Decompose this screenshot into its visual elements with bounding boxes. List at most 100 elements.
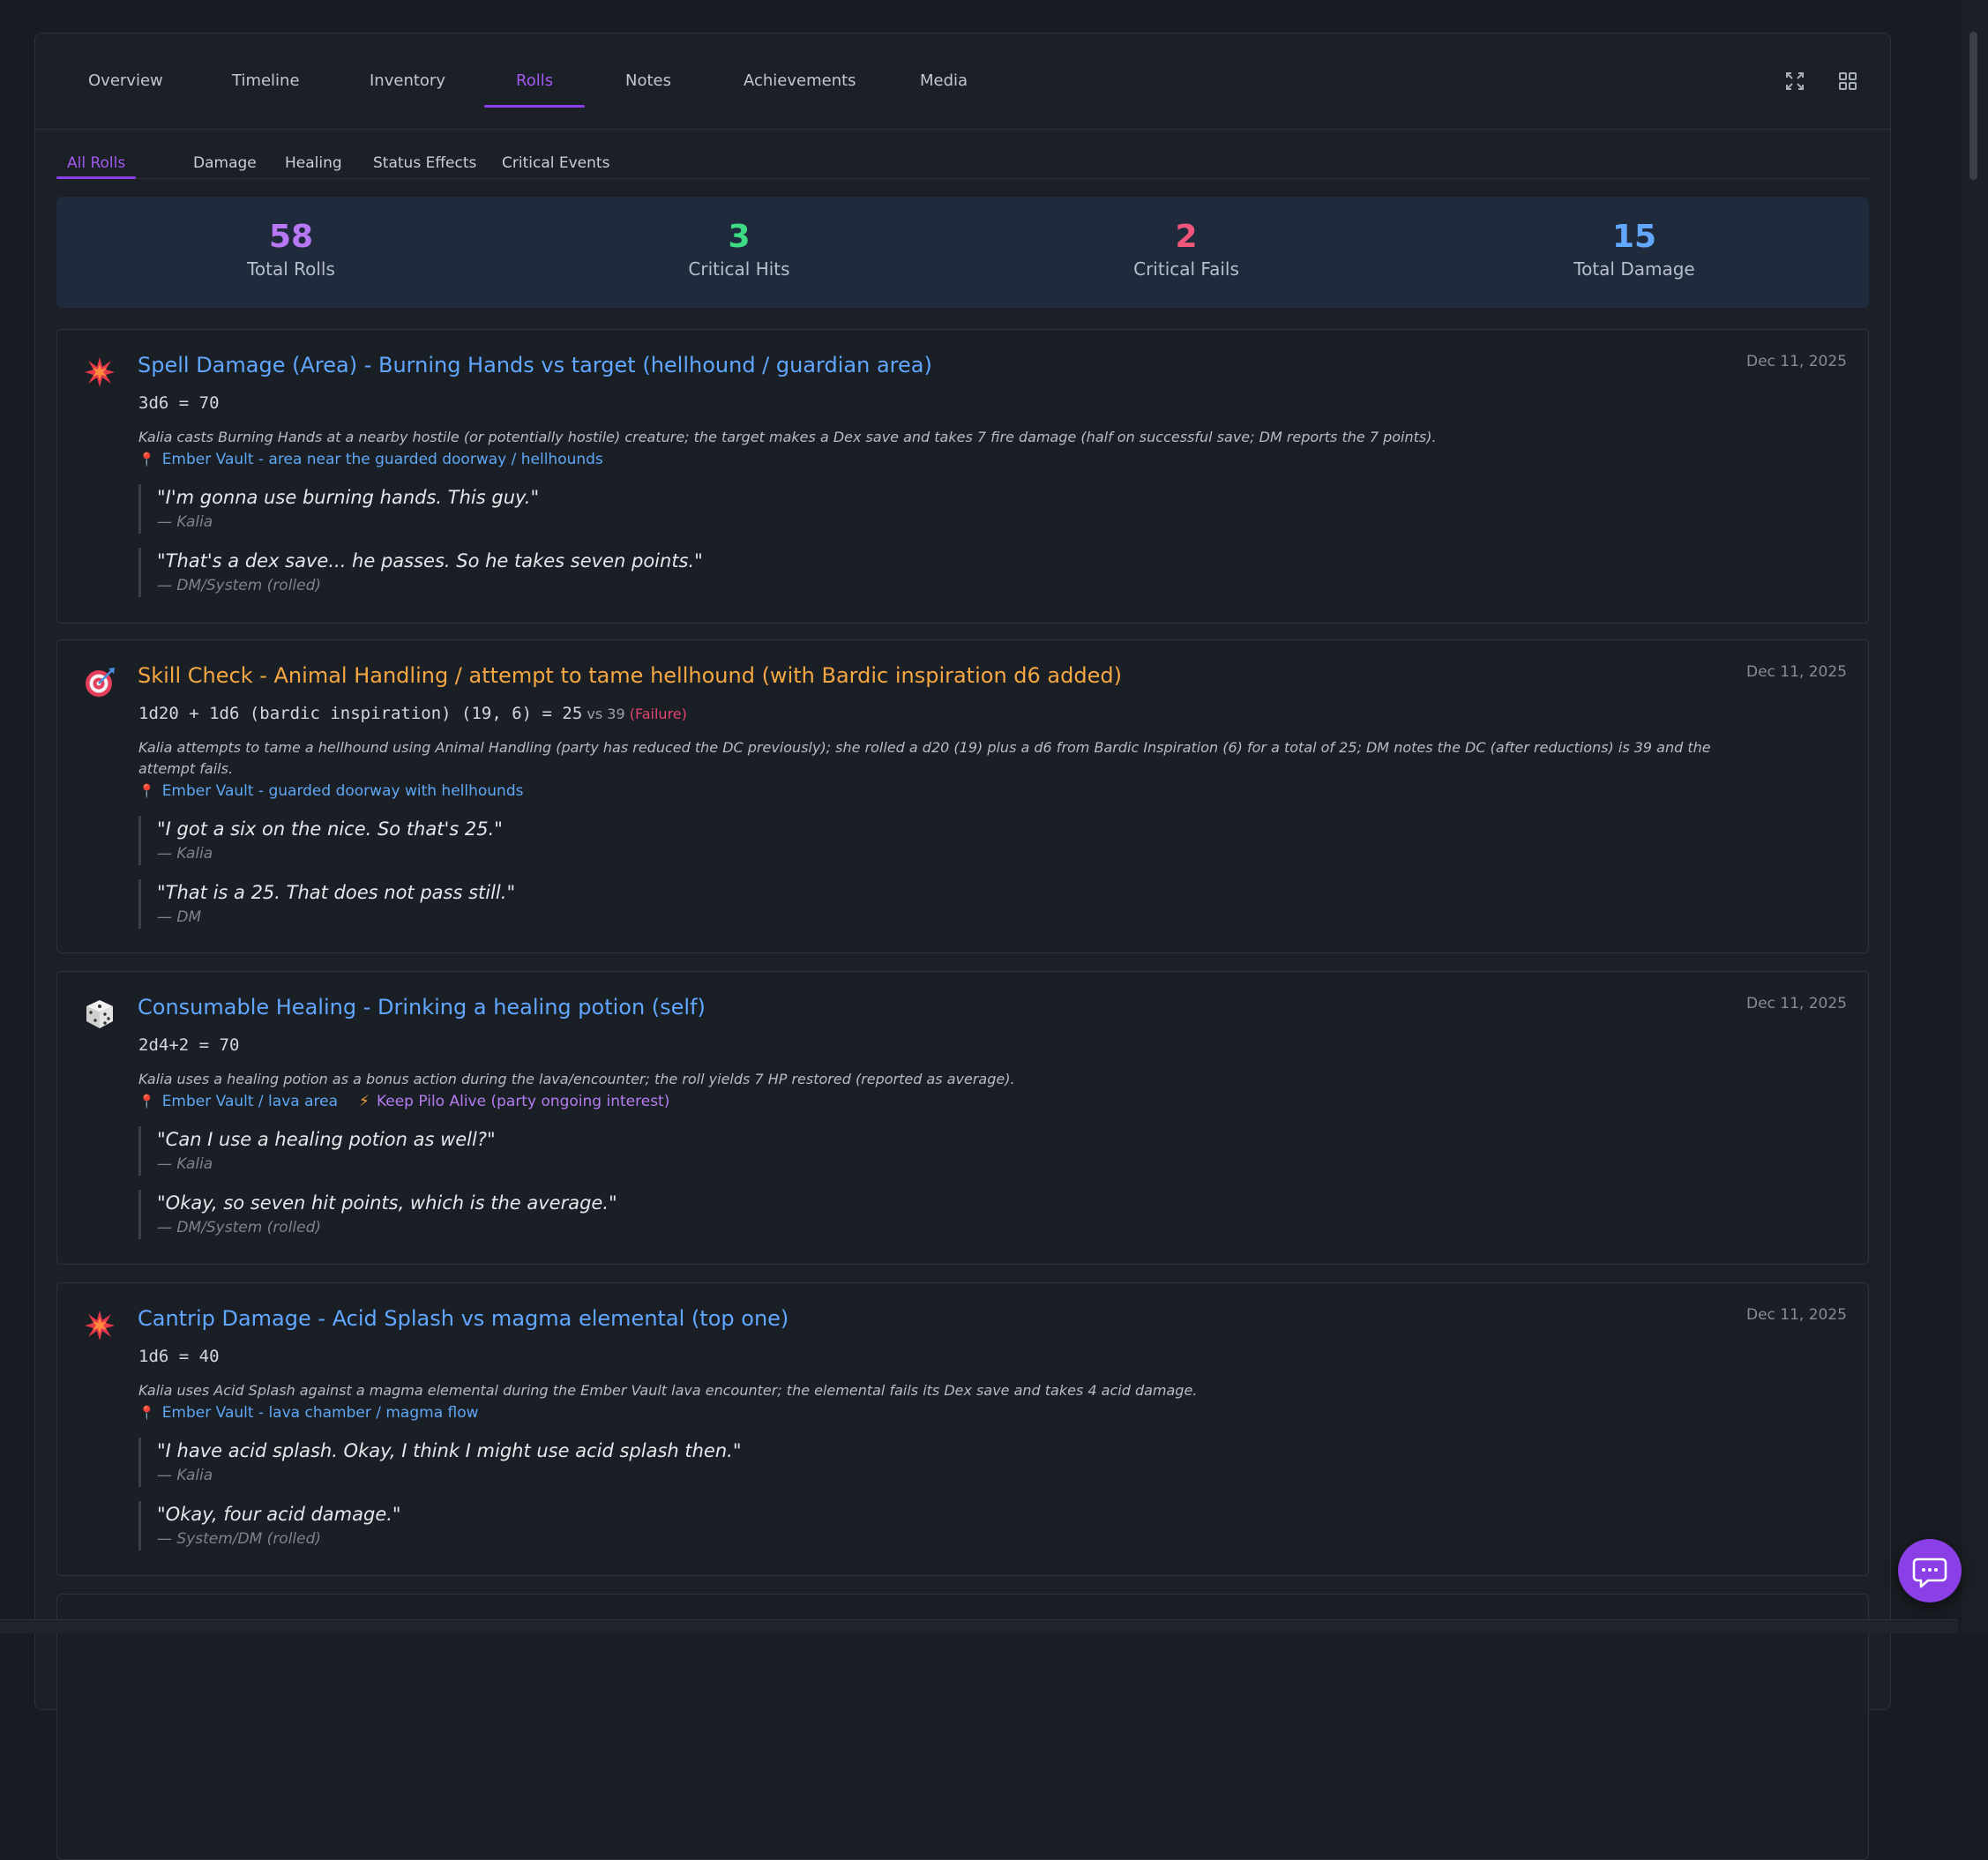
roll-card[interactable]: Dec 11, 2025 Consumable Healing - Drinki… [56,971,1869,1265]
roll-type: Spell Damage (Area) [138,353,358,377]
stat-total-damage: 15 Total Damage [1410,197,1858,280]
burst-icon [84,1310,116,1341]
character-panel: Overview Timeline Inventory Rolls Notes … [34,33,1891,1860]
roll-title[interactable]: Skill Check - Animal Handling / attempt … [138,663,1122,688]
title-separator: - [252,663,274,688]
quote-author: — DM/System (rolled) [157,577,322,594]
dice-icon [84,998,116,1030]
quote-author: — Kalia [157,1467,213,1484]
roll-formula: 3d6 = 70 [138,393,220,413]
roll-description: Kalia casts Burning Hands at a nearby ho… [138,429,1437,445]
roll-type: Skill Check [138,663,253,688]
roll-description: Kalia uses Acid Splash against a magma e… [138,1382,1198,1399]
roll-card[interactable] [56,1594,1869,1860]
quote-text: "Can I use a healing potion as well?" [157,1129,496,1150]
roll-filter-tabs: All Rolls Damage Healing Status Effects … [56,150,1869,179]
stat-value: 15 [1611,219,1657,255]
subtab-status-effects[interactable]: Status Effects [373,150,476,176]
dice-expression: 1d20 + 1d6 (bardic inspiration) (19, 6) … [138,704,583,723]
quote-text: "That's a dex save... he passes. So he t… [157,550,703,571]
tab-inventory[interactable]: Inventory [370,34,445,129]
roll-type: Consumable Healing [138,995,357,1020]
expand-icon[interactable] [1784,71,1805,92]
quote-text: "I have acid splash. Okay, I think I mig… [157,1440,742,1461]
roll-quote: "I have acid splash. Okay, I think I mig… [138,1438,741,1487]
dice-expression: 1d6 [138,1347,169,1366]
subtab-damage[interactable]: Damage [193,150,257,176]
roll-outcome: (Failure) [624,706,687,722]
roll-date: Dec 11, 2025 [1745,353,1847,370]
tab-notes[interactable]: Notes [625,34,671,129]
roll-quote: "That is a 25. That does not pass still.… [138,879,515,929]
roll-type: Cantrip Damage [138,1306,311,1331]
vertical-scrollbar[interactable] [1962,0,1988,1632]
subtab-all-rolls[interactable]: All Rolls [56,150,137,179]
stat-value: 3 [728,219,751,255]
quote-author: — DM/System (rolled) [157,1219,322,1236]
roll-result: = 70 [189,1035,240,1055]
roll-card[interactable]: Dec 11, 2025 Cantrip Damage - Acid Splas… [56,1282,1869,1576]
chat-button[interactable] [1898,1539,1962,1602]
subtab-healing[interactable]: Healing [285,150,342,176]
roll-dc: vs 39 [582,706,625,722]
tab-achievements[interactable]: Achievements [744,34,856,129]
map-pin-icon: 📍 [138,1405,155,1421]
roll-quote: "That's a dex save... he passes. So he t… [138,548,703,597]
quote-author: — Kalia [157,513,213,531]
roll-title[interactable]: Cantrip Damage - Acid Splash vs magma el… [138,1306,788,1331]
location-label: Ember Vault / lava area [161,1093,338,1110]
quote-text: "That is a 25. That does not pass still.… [157,882,516,903]
roll-date: Dec 11, 2025 [1745,663,1847,681]
roll-date: Dec 11, 2025 [1745,1306,1847,1324]
quote-text: "Okay, four acid damage." [157,1504,401,1525]
roll-title[interactable]: Consumable Healing - Drinking a healing … [138,995,706,1020]
quote-author: — DM [157,908,202,926]
chat-icon [1912,1557,1947,1588]
stat-label: Total Damage [1573,258,1695,280]
roll-card[interactable]: Dec 11, 2025 Skill Check - Animal Handli… [56,639,1869,953]
stat-critical-hits: 3 Critical Hits [515,197,963,280]
location-label: Ember Vault - lava chamber / magma flow [161,1404,479,1422]
stat-value: 2 [1175,219,1198,255]
horizontal-scrollbar[interactable] [0,1619,1958,1633]
roll-result: = 40 [168,1347,220,1366]
tab-overview[interactable]: Overview [88,34,163,129]
quest-link[interactable]: ⚡ Keep Pilo Alive (party ongoing interest… [359,1093,669,1110]
scrollbar-thumb[interactable] [1969,32,1977,180]
stat-label: Critical Hits [688,258,790,280]
roll-description: Kalia attempts to tame a hellhound using… [138,739,1711,777]
stat-label: Total Rolls [247,258,335,280]
roll-quote: "Okay, so seven hit points, which is the… [138,1190,617,1239]
quote-text: "I'm gonna use burning hands. This guy." [157,487,540,508]
lightning-icon: ⚡ [359,1093,370,1110]
quote-text: "I got a six on the nice. So that's 25." [157,818,503,840]
roll-stats-summary: 58 Total Rolls 3 Critical Hits 2 Critica… [56,197,1869,308]
stat-total-rolls: 58 Total Rolls [67,197,515,280]
quote-author: — Kalia [157,845,213,863]
location-label: Ember Vault - guarded doorway with hellh… [161,782,524,800]
tab-rolls[interactable]: Rolls [483,34,586,129]
roll-quote: "I got a six on the nice. So that's 25."… [138,816,503,865]
map-pin-icon: 📍 [138,452,155,467]
grid-icon[interactable] [1837,71,1858,92]
quest-label: Keep Pilo Alive (party ongoing interest) [376,1093,670,1110]
quote-author: — System/DM (rolled) [157,1530,322,1548]
subtab-critical-events[interactable]: Critical Events [502,150,609,176]
tab-media[interactable]: Media [920,34,968,129]
roll-quote: "I'm gonna use burning hands. This guy."… [138,484,539,534]
title-separator: - [310,1306,333,1331]
roll-detail: Animal Handling / attempt to tame hellho… [273,663,1122,688]
roll-location[interactable]: 📍 Ember Vault - guarded doorway with hell… [138,782,523,800]
roll-card[interactable]: Dec 11, 2025 Spell Damage (Area) - Burni… [56,329,1869,624]
tab-timeline[interactable]: Timeline [232,34,300,129]
roll-formula: 2d4+2 = 70 [138,1035,239,1055]
roll-location[interactable]: 📍 Ember Vault - area near the guarded doo… [138,451,603,468]
roll-location[interactable]: 📍 Ember Vault - lava chamber / magma flow [138,1404,479,1422]
roll-detail: Burning Hands vs target (hellhound / gua… [377,353,932,377]
roll-title[interactable]: Spell Damage (Area) - Burning Hands vs t… [138,353,932,377]
roll-location[interactable]: 📍 Ember Vault / lava area ⚡ Keep Pilo Alive… [138,1093,669,1110]
map-pin-icon: 📍 [138,783,155,799]
stat-value: 58 [268,219,314,255]
title-separator: - [356,995,377,1020]
dice-expression: 2d4+2 [138,1035,190,1055]
